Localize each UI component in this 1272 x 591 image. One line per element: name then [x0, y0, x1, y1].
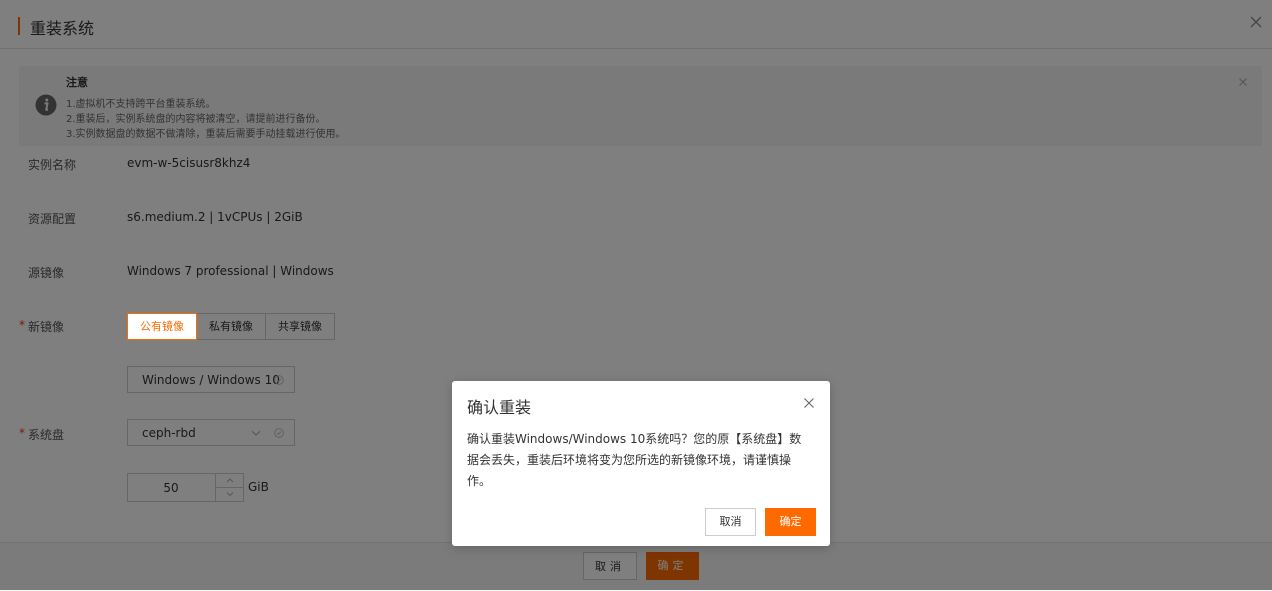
dialog-cancel-button[interactable]: 取消: [705, 508, 756, 536]
dialog-message: 确认重装Windows/Windows 10系统吗？您的原【系统盘】数据会丢失，…: [467, 432, 802, 488]
dialog-confirm-button[interactable]: 确定: [765, 508, 816, 536]
tab-public-image[interactable]: 公有镜像: [127, 313, 197, 340]
confirm-reinstall-dialog: 确认重装 确认重装Windows/Windows 10系统吗？您的原【系统盘】数…: [452, 381, 830, 546]
close-icon[interactable]: [803, 397, 815, 409]
dialog-title: 确认重装: [467, 398, 532, 417]
